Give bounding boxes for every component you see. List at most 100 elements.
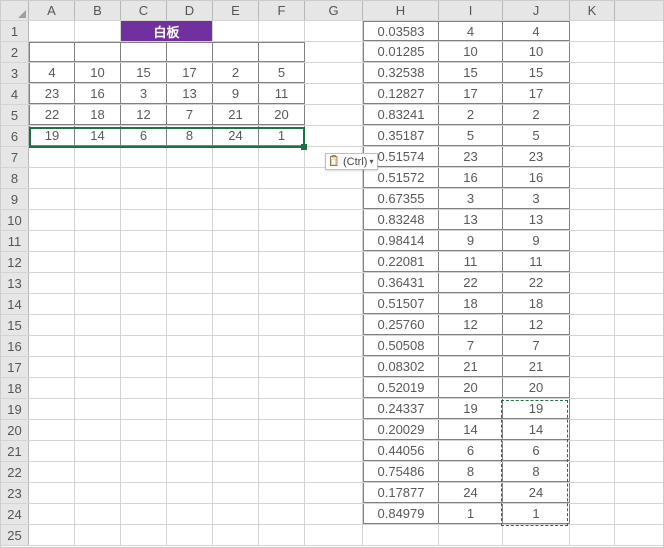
cell-E16[interactable]: [213, 336, 259, 356]
cell-A4[interactable]: 23: [29, 84, 75, 104]
cell-F14[interactable]: [259, 294, 305, 314]
cell-K19[interactable]: [570, 399, 615, 419]
cell-K14[interactable]: [570, 294, 615, 314]
cell-G14[interactable]: [305, 294, 363, 314]
row-header-4[interactable]: 4: [1, 84, 29, 104]
row-header-7[interactable]: 7: [1, 147, 29, 167]
cell-D14[interactable]: [167, 294, 213, 314]
cell-A7[interactable]: [29, 147, 75, 167]
cell-F19[interactable]: [259, 399, 305, 419]
cell-E5[interactable]: 21: [213, 105, 259, 125]
cell-A12[interactable]: [29, 252, 75, 272]
row-header-18[interactable]: 18: [1, 378, 29, 398]
cell-K1[interactable]: [570, 21, 615, 41]
cell-J4[interactable]: 17: [503, 84, 570, 104]
cell-B7[interactable]: [75, 147, 121, 167]
cell-E23[interactable]: [213, 483, 259, 503]
cell-K10[interactable]: [570, 210, 615, 230]
cell-C6[interactable]: 6: [121, 126, 167, 146]
cell-B16[interactable]: [75, 336, 121, 356]
cell-F8[interactable]: [259, 168, 305, 188]
cell-F4[interactable]: 11: [259, 84, 305, 104]
cell-D7[interactable]: [167, 147, 213, 167]
cell-I4[interactable]: 17: [439, 84, 503, 104]
cell-F6[interactable]: 1: [259, 126, 305, 146]
cell-I8[interactable]: 16: [439, 168, 503, 188]
cell-J12[interactable]: 11: [503, 252, 570, 272]
cell-F21[interactable]: [259, 441, 305, 461]
cell-I14[interactable]: 18: [439, 294, 503, 314]
cell-G20[interactable]: [305, 420, 363, 440]
cell-I17[interactable]: 21: [439, 357, 503, 377]
cell-C5[interactable]: 12: [121, 105, 167, 125]
cell-F22[interactable]: [259, 462, 305, 482]
cell-B13[interactable]: [75, 273, 121, 293]
row-header-2[interactable]: 2: [1, 42, 29, 62]
cell-J17[interactable]: 21: [503, 357, 570, 377]
cell-I13[interactable]: 22: [439, 273, 503, 293]
cell-G2[interactable]: [305, 42, 363, 62]
cell-B10[interactable]: [75, 210, 121, 230]
cell-E11[interactable]: [213, 231, 259, 251]
cell-A5[interactable]: 22: [29, 105, 75, 125]
cell-I10[interactable]: 13: [439, 210, 503, 230]
cell-B3[interactable]: 10: [75, 63, 121, 83]
cell-J6[interactable]: 5: [503, 126, 570, 146]
row-header-8[interactable]: 8: [1, 168, 29, 188]
cell-F10[interactable]: [259, 210, 305, 230]
row-header-15[interactable]: 15: [1, 315, 29, 335]
cell-E3[interactable]: 2: [213, 63, 259, 83]
cell-I25[interactable]: [439, 525, 503, 545]
cell-A22[interactable]: [29, 462, 75, 482]
cell-E7[interactable]: [213, 147, 259, 167]
cell-B25[interactable]: [75, 525, 121, 545]
cell-I15[interactable]: 12: [439, 315, 503, 335]
cell-G9[interactable]: [305, 189, 363, 209]
cell-H15[interactable]: 0.25760: [363, 315, 439, 335]
cell-K23[interactable]: [570, 483, 615, 503]
cell-J25[interactable]: [503, 525, 570, 545]
cell-E10[interactable]: [213, 210, 259, 230]
cell-E4[interactable]: 9: [213, 84, 259, 104]
cell-E8[interactable]: [213, 168, 259, 188]
cell-B15[interactable]: [75, 315, 121, 335]
cell-A18[interactable]: [29, 378, 75, 398]
cell-K16[interactable]: [570, 336, 615, 356]
row-header-17[interactable]: 17: [1, 357, 29, 377]
cell-K24[interactable]: [570, 504, 615, 524]
cell-K25[interactable]: [570, 525, 615, 545]
cell-G22[interactable]: [305, 462, 363, 482]
cell-B18[interactable]: [75, 378, 121, 398]
cell-D5[interactable]: 7: [167, 105, 213, 125]
col-header-I[interactable]: I: [439, 1, 503, 20]
cell-I18[interactable]: 20: [439, 378, 503, 398]
cell-B23[interactable]: [75, 483, 121, 503]
cell-D17[interactable]: [167, 357, 213, 377]
cell-H18[interactable]: 0.52019: [363, 378, 439, 398]
cell-H13[interactable]: 0.36431: [363, 273, 439, 293]
cell-H8[interactable]: 0.51572: [363, 168, 439, 188]
cell-C13[interactable]: [121, 273, 167, 293]
cell-D19[interactable]: [167, 399, 213, 419]
cell-K17[interactable]: [570, 357, 615, 377]
cell-D11[interactable]: [167, 231, 213, 251]
cell-J22[interactable]: 8: [503, 462, 570, 482]
cell-J15[interactable]: 12: [503, 315, 570, 335]
cell-H21[interactable]: 0.44056: [363, 441, 439, 461]
cell-G8[interactable]: [305, 168, 363, 188]
cell-G6[interactable]: [305, 126, 363, 146]
cell-J23[interactable]: 24: [503, 483, 570, 503]
cell-D20[interactable]: [167, 420, 213, 440]
cell-G15[interactable]: [305, 315, 363, 335]
cell-H17[interactable]: 0.08302: [363, 357, 439, 377]
cell-B24[interactable]: [75, 504, 121, 524]
cell-K12[interactable]: [570, 252, 615, 272]
cell-I23[interactable]: 24: [439, 483, 503, 503]
cell-B17[interactable]: [75, 357, 121, 377]
row-header-19[interactable]: 19: [1, 399, 29, 419]
cell-B14[interactable]: [75, 294, 121, 314]
cell-E20[interactable]: [213, 420, 259, 440]
cell-K3[interactable]: [570, 63, 615, 83]
cell-B19[interactable]: [75, 399, 121, 419]
cell-I22[interactable]: 8: [439, 462, 503, 482]
